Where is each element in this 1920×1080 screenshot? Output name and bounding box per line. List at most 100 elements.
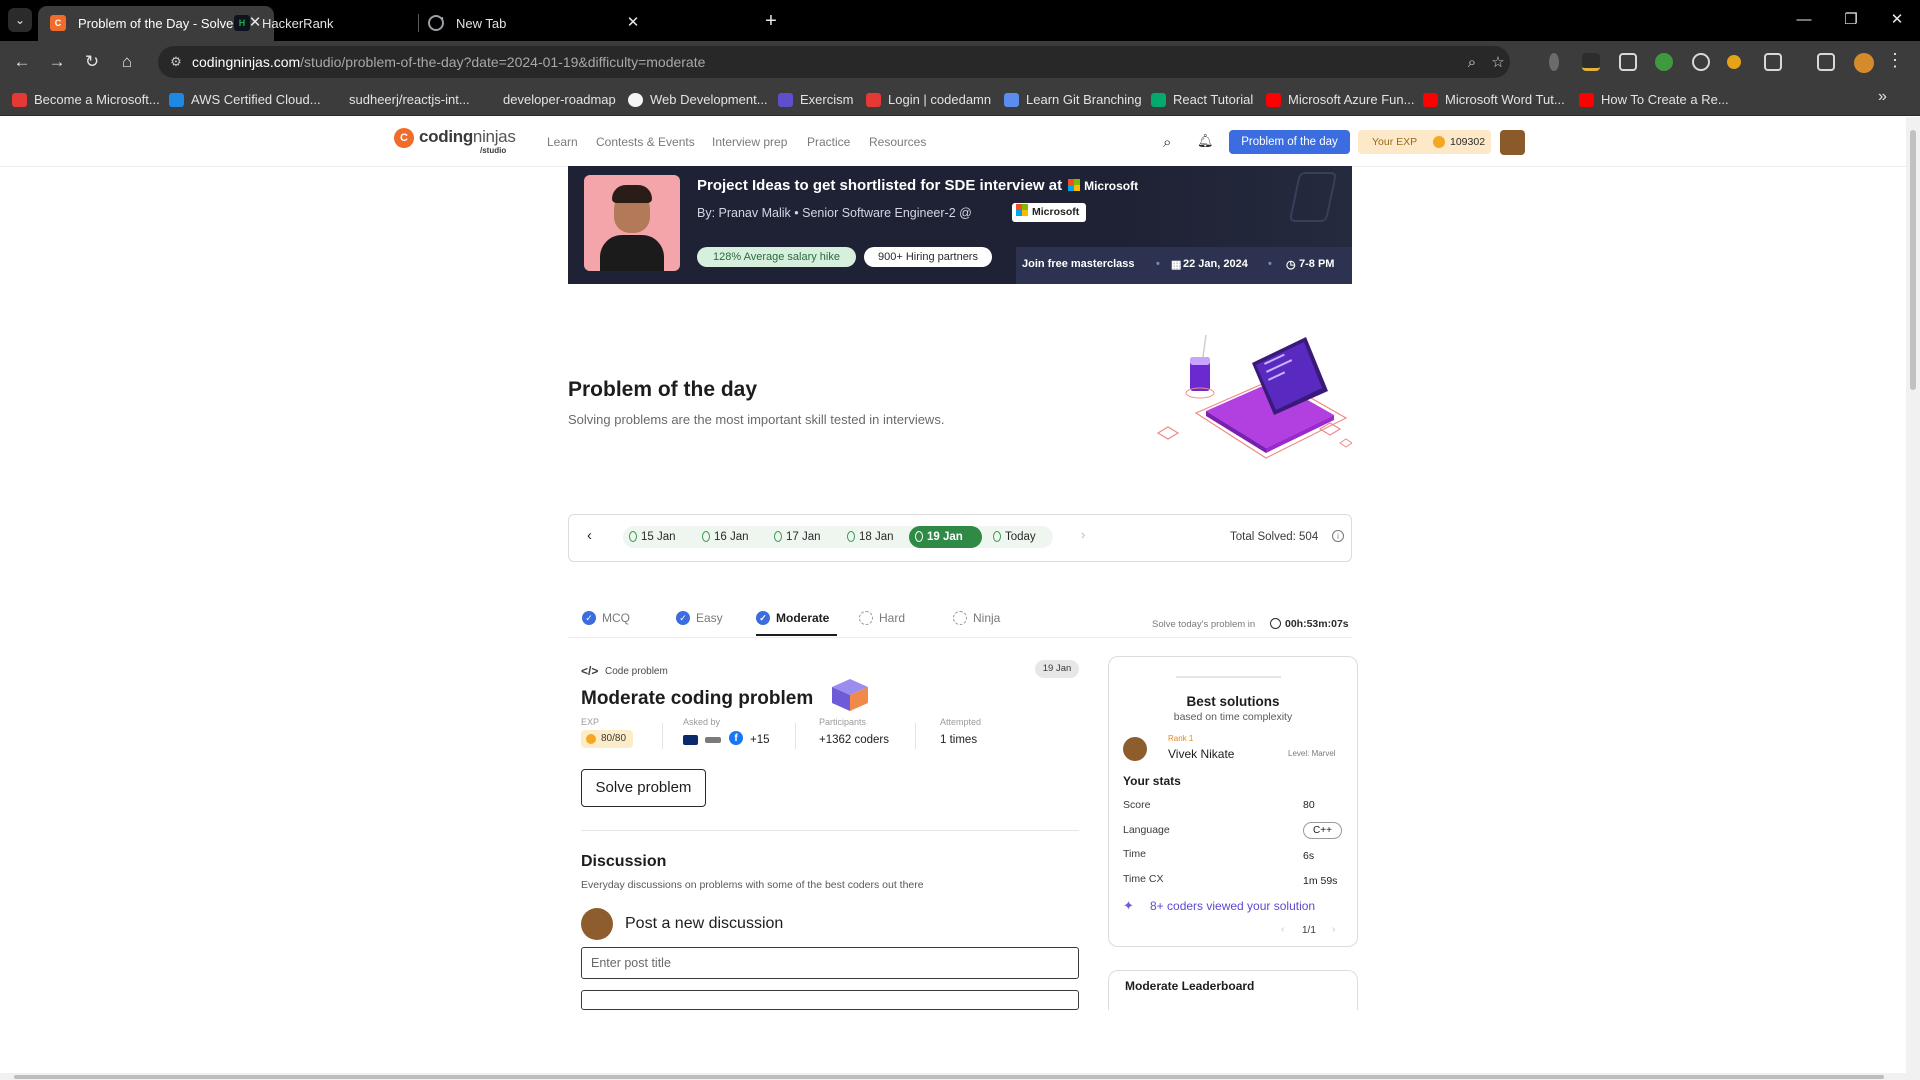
site-info-icon[interactable]: ⚙ [168,54,184,70]
date-chip-17-jan[interactable]: 17 Jan [768,526,821,548]
pager-next-icon[interactable]: › [1332,924,1335,935]
chevron-left-icon[interactable]: ‹ [587,527,592,544]
bookmarks-overflow-icon[interactable]: » [1878,88,1887,106]
restore-icon[interactable]: ❐ [1828,0,1874,40]
bookmark-item[interactable]: AWS Certified Cloud... [169,90,321,110]
nav-learn[interactable]: Learn [547,135,578,149]
bookmark-item[interactable]: React Tutorial [1151,90,1253,110]
forward-arrow-icon[interactable]: → [43,48,71,76]
coin-icon [586,734,596,744]
bookmark-label: Microsoft Azure Fun... [1288,92,1415,107]
date-chip-16-jan[interactable]: 16 Jan [696,526,749,548]
bookmark-item[interactable]: Learn Git Branching [1004,90,1142,110]
date-chip-today[interactable]: Today [987,526,1036,548]
chevron-right-icon[interactable]: › [1081,527,1085,542]
clock-icon: ◷ [1286,259,1296,271]
difficulty-tabs: ✓ MCQ ✓ Easy ✓ Moderate Hard Ninja Solve to… [568,606,1352,638]
discussion-subtitle: Everyday discussions on problems with so… [581,879,924,891]
browser-tab-newtab[interactable]: New Tab ✕ [416,6,652,41]
bookmark-item[interactable]: Become a Microsoft... [12,90,160,110]
tab-ninja[interactable]: Ninja [953,610,1000,636]
close-window-icon[interactable]: ✕ [1874,0,1920,40]
page-subtitle: Solving problems are the most important … [568,412,945,427]
extension-icon[interactable] [1727,55,1741,69]
new-tab-plus-icon[interactable]: + [758,8,784,34]
zoom-search-icon[interactable]: ⌕ [1462,53,1482,73]
nav-resources[interactable]: Resources [869,135,926,149]
reload-icon[interactable]: ↻ [78,48,106,76]
vertical-scroll-thumb[interactable] [1910,130,1916,390]
bookmark-item[interactable]: Login | codedamn [866,90,991,110]
profile-avatar[interactable] [1854,53,1874,73]
extensions-puzzle-icon[interactable] [1764,53,1782,71]
nav-practice[interactable]: Practice [807,135,850,149]
exp-stat-badge: 80/80 [581,730,633,748]
close-tab-icon[interactable]: ✕ [624,14,642,32]
side-panel-icon[interactable] [1817,53,1835,71]
bell-icon[interactable]: 🔔︎ [1197,133,1214,149]
bookmark-item[interactable]: How To Create a Re... [1579,90,1729,110]
section-divider [581,830,1079,831]
problem-of-the-day-button[interactable]: Problem of the day [1229,130,1350,154]
chrome-menu-icon[interactable]: ⋮ [1886,50,1904,71]
post-title-input[interactable] [581,947,1079,979]
tab-moderate[interactable]: ✓ Moderate [756,610,838,636]
date-chip-18-jan[interactable]: 18 Jan [841,526,894,548]
solve-problem-button[interactable]: Solve problem [581,769,706,807]
tab-easy[interactable]: ✓ Easy [676,610,723,636]
bookmark-item[interactable]: Exercism [778,90,853,110]
extension-icon[interactable] [1619,53,1637,71]
exp-pill[interactable]: Your EXP 109302 [1358,130,1491,154]
date-chip-19-jan[interactable]: 19 Jan [909,526,982,548]
minimize-icon[interactable]: — [1781,0,1827,40]
viewed-solution-link[interactable]: 8+ coders viewed your solution [1150,899,1315,913]
tab-hard[interactable]: Hard [859,610,905,636]
bookmark-item[interactable]: sudheerj/reactjs-int... [327,90,470,110]
codingninjas-favicon-icon: C [50,15,66,31]
youtube-icon [1266,93,1281,107]
top-coder-name[interactable]: Vivek Nikate [1168,747,1234,761]
masterclass-cta[interactable]: Join free masterclass • ▦ 22 Jan, 2024 •… [1016,247,1352,284]
home-icon[interactable]: ⌂ [113,48,141,76]
tab-mcq[interactable]: ✓ MCQ [582,610,630,636]
bookmark-item[interactable]: developer-roadmap [481,90,616,110]
avatar[interactable] [1123,737,1147,761]
post-body-input[interactable] [581,990,1079,1010]
search-icon[interactable]: ⌕ [1163,134,1171,151]
codingninjas-logo-icon[interactable]: C [394,128,414,148]
bookmark-item[interactable]: Microsoft Azure Fun... [1266,90,1414,110]
banner-byline: By: Pranav Malik • Senior Software Engin… [697,206,972,220]
total-solved: Total Solved: 504 [1230,531,1319,543]
medal-icon [847,531,855,542]
user-avatar[interactable] [1500,130,1525,155]
extension-icon[interactable] [1549,53,1559,71]
tab-search-chevron-icon[interactable]: ⌄ [8,8,32,32]
nav-contests-events[interactable]: Contests & Events [596,135,695,149]
bookmark-star-icon[interactable]: ☆ [1488,53,1508,73]
hiring-partners-pill: 900+ Hiring partners [864,247,992,267]
site-logo[interactable]: codingninjas [419,127,516,147]
back-arrow-icon[interactable]: ← [8,48,36,76]
problem-type-label: Code problem [605,666,668,677]
date-chip-15-jan[interactable]: 15 Jan [623,526,676,548]
info-icon[interactable]: i [1332,530,1344,542]
bookmark-label: Microsoft Word Tut... [1445,92,1565,107]
microsoft-chip: Microsoft [1012,203,1086,222]
bookmark-item[interactable]: Web Development... [628,90,768,110]
extension-icon[interactable] [1655,53,1673,71]
calendar-icon: ▦ [1171,259,1182,271]
medal-icon [993,531,1001,542]
problem-title[interactable]: Moderate coding problem [581,688,813,710]
nav-interview-prep[interactable]: Interview prep [712,135,787,149]
extension-icon[interactable] [1582,53,1600,71]
pager-prev-icon[interactable]: ‹ [1281,924,1284,935]
check-circle-icon: ✓ [676,611,690,625]
address-bar[interactable]: ⚙ codingninjas.com/studio/problem-of-the… [158,46,1510,78]
bookmark-label: sudheerj/reactjs-int... [349,92,470,107]
extension-icon[interactable] [1692,53,1710,71]
horizontal-scroll-thumb[interactable] [14,1075,1884,1079]
masterclass-banner[interactable]: Project Ideas to get shortlisted for SDE… [568,166,1352,284]
exp-value: 109302 [1450,136,1486,148]
bookmark-item[interactable]: Microsoft Word Tut... [1423,90,1565,110]
leaderboard-title: Moderate Leaderboard [1125,979,1255,993]
